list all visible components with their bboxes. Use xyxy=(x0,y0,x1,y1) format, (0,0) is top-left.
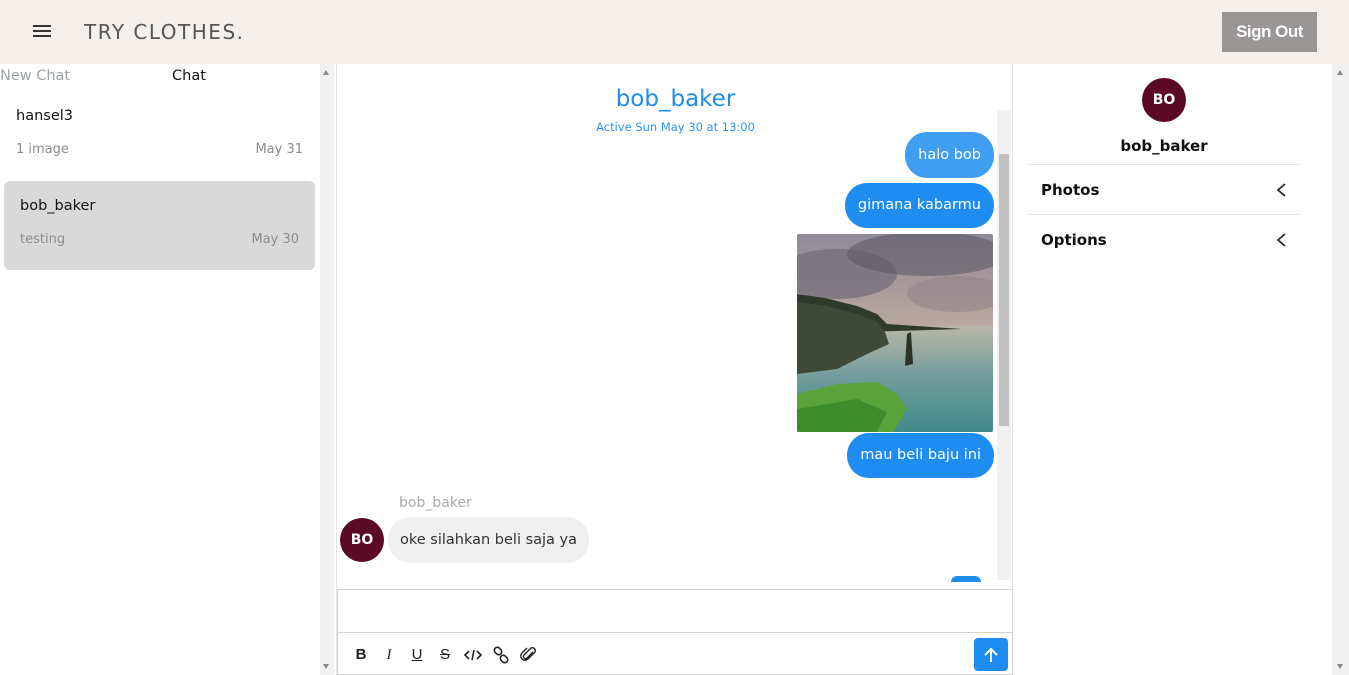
conversation-name: hansel3 xyxy=(16,108,73,124)
conversation-preview: 1 image xyxy=(16,142,69,157)
conversation-sidebar: New Chat Chat hansel3 1 image May 31 bob… xyxy=(0,64,320,675)
contact-details-panel: BO bob_baker Photos Options xyxy=(1014,64,1332,675)
format-toolbar: B I U S xyxy=(337,633,1013,675)
section-label: Options xyxy=(1041,231,1107,249)
options-section[interactable]: Options xyxy=(1029,214,1300,264)
message-scrollbar[interactable] xyxy=(997,110,1011,580)
section-label: Photos xyxy=(1041,181,1100,199)
message-image[interactable] xyxy=(797,234,993,432)
tab-new-chat[interactable]: New Chat xyxy=(0,68,70,84)
scroll-up-icon[interactable] xyxy=(1337,70,1343,75)
scroll-down-icon[interactable] xyxy=(323,664,329,669)
message-list[interactable]: halo bob gimana kabarmu mau beli baju in… xyxy=(337,132,997,640)
conversation-item-bob-baker[interactable]: bob_baker testing May 30 xyxy=(4,181,315,270)
conversation-date: May 30 xyxy=(251,232,299,247)
scroll-down-icon[interactable] xyxy=(1337,664,1343,669)
conversation-name: bob_baker xyxy=(20,198,96,214)
chat-panel: halo bob gimana kabarmu mau beli baju in… xyxy=(336,64,1013,675)
strikethrough-icon[interactable]: S xyxy=(435,645,455,665)
scroll-up-icon[interactable] xyxy=(323,70,329,75)
conversation-preview: testing xyxy=(20,232,66,247)
message-input[interactable] xyxy=(337,589,1013,633)
sign-out-button[interactable]: Sign Out xyxy=(1222,12,1317,52)
code-icon[interactable] xyxy=(463,645,483,665)
scrollbar-thumb[interactable] xyxy=(999,154,1009,426)
chevron-left-icon xyxy=(1276,183,1286,197)
message-sender-name: bob_baker xyxy=(399,495,472,511)
chevron-left-icon xyxy=(1276,233,1286,247)
send-icon xyxy=(984,647,998,662)
message-bubble-outgoing: halo bob xyxy=(905,132,994,178)
conversation-item-hansel3[interactable]: hansel3 1 image May 31 xyxy=(4,91,315,180)
message-bubble-outgoing: mau beli baju ini xyxy=(847,433,994,478)
menu-icon[interactable] xyxy=(30,22,54,42)
avatar: BO xyxy=(1142,78,1186,122)
sidebar-tabs: New Chat Chat xyxy=(0,64,320,92)
sidebar-scrollbar[interactable] xyxy=(320,64,334,675)
contact-name: bob_baker xyxy=(1120,137,1208,155)
tab-chat[interactable]: Chat xyxy=(172,68,206,84)
bold-icon[interactable]: B xyxy=(351,645,371,665)
underline-icon[interactable]: U xyxy=(407,645,427,665)
avatar: BO xyxy=(340,518,384,562)
link-icon[interactable] xyxy=(491,645,511,665)
send-button[interactable] xyxy=(974,638,1008,671)
chat-contact-name: bob_baker xyxy=(615,86,736,112)
brand-logo[interactable]: TRY CLOTHES. xyxy=(84,20,245,44)
coastal-cliffs-image xyxy=(797,234,993,432)
page-scrollbar[interactable] xyxy=(1332,64,1349,675)
photos-section[interactable]: Photos xyxy=(1029,164,1300,214)
conversation-date: May 31 xyxy=(255,142,303,157)
italic-icon[interactable]: I xyxy=(379,645,399,665)
message-bubble-outgoing: gimana kabarmu xyxy=(844,183,994,228)
message-bubble-partial xyxy=(951,576,981,582)
chat-status: Active Sun May 30 at 13:00 xyxy=(596,120,755,134)
message-bubble-incoming: oke silahkan beli saja ya xyxy=(388,517,590,563)
top-bar: TRY CLOTHES. Sign Out xyxy=(0,0,1349,64)
attachment-icon[interactable] xyxy=(519,645,539,665)
